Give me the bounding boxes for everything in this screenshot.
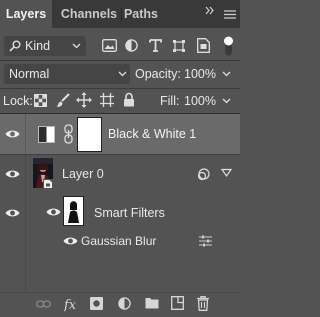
add-mask-icon[interactable] <box>90 297 103 310</box>
chevron-down-icon[interactable] <box>222 71 231 77</box>
layer-name[interactable]: Layer 0 <box>62 167 104 181</box>
trash-icon[interactable] <box>197 296 209 311</box>
lock-artboard-icon[interactable] <box>100 93 114 107</box>
lock-paint-brush-icon[interactable] <box>56 93 70 108</box>
filter-type-layers-icon[interactable] <box>149 39 162 52</box>
smart-filters-row[interactable]: Smart Filters <box>0 195 240 231</box>
filter-smart-objects-icon[interactable] <box>197 38 210 53</box>
fx-icon[interactable]: fx <box>64 296 77 312</box>
divider <box>0 60 240 61</box>
filter-kind-select[interactable]: Kind <box>4 36 86 56</box>
layer-row-black-white[interactable]: Black & White 1 <box>0 114 240 154</box>
filter-row-gaussian-blur[interactable]: Gaussian Blur <box>0 231 240 251</box>
adjustment-black-white-icon <box>38 126 55 143</box>
tab-paths[interactable]: Paths <box>122 0 160 28</box>
chevron-down-icon <box>72 43 81 49</box>
smart-filter-mask-thumbnail[interactable] <box>63 196 84 226</box>
divider <box>0 88 240 89</box>
search-icon <box>9 40 21 52</box>
new-layer-icon[interactable] <box>171 296 184 310</box>
visibility-eye-icon[interactable] <box>5 208 20 218</box>
row-divider <box>25 231 26 251</box>
filter-visibility-eye-icon[interactable] <box>63 236 78 246</box>
chevron-down-icon[interactable] <box>222 98 231 104</box>
chevron-down-icon <box>118 71 127 77</box>
filter-pixel-layers-icon[interactable] <box>102 39 117 52</box>
layer-mask-thumbnail[interactable] <box>77 117 102 152</box>
opacity-input[interactable]: 100% <box>184 67 216 81</box>
filter-toggle-icon[interactable] <box>223 36 234 56</box>
fill-input[interactable]: 100% <box>184 94 216 108</box>
tab-channels[interactable]: Channels <box>57 0 121 28</box>
link-chain-icon[interactable] <box>64 124 73 144</box>
tab-layers[interactable]: Layers <box>0 0 52 28</box>
bottom-toolbar: fx <box>0 292 240 317</box>
panel-tabs: Layers Channels Paths <box>0 0 240 28</box>
lock-all-icon[interactable] <box>123 92 135 107</box>
row-divider <box>25 155 26 195</box>
new-group-folder-icon[interactable] <box>145 297 159 309</box>
blend-mode-value: Normal <box>9 67 50 81</box>
filter-shape-layers-icon[interactable] <box>172 39 186 53</box>
lock-move-icon[interactable] <box>76 92 92 108</box>
smart-filters-visibility-eye-icon[interactable] <box>46 207 61 217</box>
visibility-eye-icon[interactable] <box>5 129 20 139</box>
opacity-label: Opacity: <box>135 67 181 81</box>
row-divider <box>25 114 26 154</box>
smart-filter-indicator-icon <box>197 168 210 181</box>
smart-object-badge-icon <box>43 179 53 189</box>
lock-transparency-icon[interactable] <box>34 94 47 107</box>
row-divider <box>25 251 26 292</box>
blending-options-icon[interactable] <box>199 235 212 247</box>
layer-row-layer-0[interactable]: Layer 0 <box>0 155 240 195</box>
link-layers-icon[interactable] <box>36 299 51 309</box>
svg-text:fx: fx <box>64 298 77 312</box>
lock-label: Lock: <box>3 94 33 108</box>
fill-label: Fill: <box>160 94 180 108</box>
blend-mode-select[interactable]: Normal <box>4 64 130 84</box>
row-divider <box>25 195 26 231</box>
expand-triangle-icon[interactable] <box>221 167 232 178</box>
layer-name[interactable]: Black & White 1 <box>108 127 196 141</box>
new-adjustment-layer-icon[interactable] <box>118 297 131 310</box>
collapse-arrows-icon[interactable] <box>205 6 214 15</box>
filter-name[interactable]: Gaussian Blur <box>81 234 156 248</box>
smart-filters-label[interactable]: Smart Filters <box>94 206 165 220</box>
visibility-eye-icon[interactable] <box>5 169 20 179</box>
filter-kind-label: Kind <box>25 39 51 53</box>
panel-menu-icon[interactable] <box>224 10 236 19</box>
filter-adjustment-layers-icon[interactable] <box>125 39 138 52</box>
